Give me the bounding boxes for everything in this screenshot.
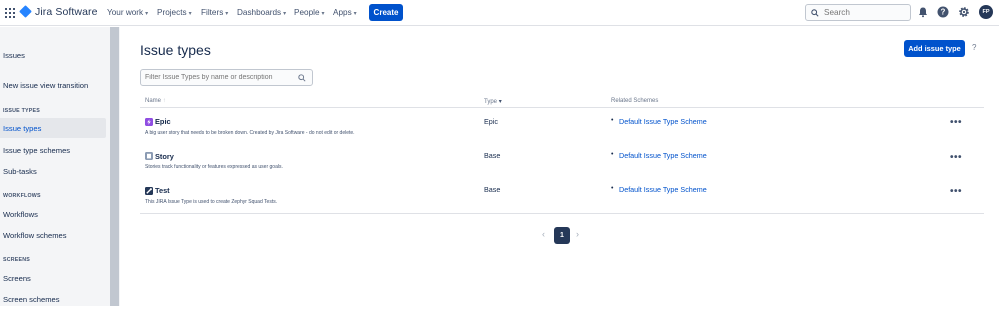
related-scheme-link[interactable]: Default Issue Type Scheme: [619, 117, 707, 126]
create-button[interactable]: Create: [369, 4, 403, 21]
sort-icon: ↑: [162, 98, 166, 104]
sidebar-item-new-issue-view[interactable]: New issue view transition: [0, 75, 106, 95]
related-scheme-link[interactable]: Default Issue Type Scheme: [619, 185, 707, 194]
bullet-icon: •: [611, 151, 614, 158]
admin-sidebar: Issues New issue view transition ISSUE T…: [0, 27, 120, 306]
search-field[interactable]: [805, 4, 911, 21]
sidebar-section-issue-types: ISSUE TYPES: [3, 108, 40, 114]
current-page-button[interactable]: 1: [554, 227, 570, 244]
nav-dashboards[interactable]: Dashboards ▾: [237, 8, 286, 17]
table-header-divider: [140, 107, 984, 108]
issue-type-type: Epic: [484, 117, 498, 126]
column-header-name[interactable]: Name ↑: [145, 98, 166, 104]
chevron-down-icon: ▾: [188, 11, 192, 17]
issue-type-description: A big user story that needs to be broken…: [145, 130, 355, 136]
more-actions-button[interactable]: •••: [950, 186, 962, 197]
sidebar-title: Issues: [3, 51, 25, 60]
column-header-type[interactable]: Type ▾: [484, 98, 502, 105]
app-switcher-icon[interactable]: [5, 8, 15, 18]
help-icon[interactable]: ?: [937, 6, 949, 18]
more-actions-button[interactable]: •••: [950, 117, 962, 128]
story-icon: [145, 152, 153, 160]
notifications-bell-icon[interactable]: [917, 6, 929, 18]
svg-text:?: ?: [941, 8, 946, 17]
sidebar-section-workflows: WORKFLOWS: [3, 193, 41, 199]
settings-gear-icon[interactable]: [958, 6, 970, 18]
chevron-down-icon: ▾: [145, 11, 149, 17]
add-issue-type-button[interactable]: Add issue type: [904, 40, 965, 57]
column-header-related-schemes: Related Schemes: [611, 98, 659, 104]
chevron-down-icon: ▾: [353, 11, 357, 17]
sidebar-item-workflows[interactable]: Workflows: [0, 204, 106, 224]
bullet-icon: •: [611, 117, 614, 124]
top-navigation: Jira Software Your work ▾ Projects ▾ Filte…: [0, 0, 999, 26]
related-scheme-link[interactable]: Default Issue Type Scheme: [619, 151, 707, 160]
issue-type-name-story[interactable]: Story: [155, 152, 174, 161]
more-actions-button[interactable]: •••: [950, 152, 962, 163]
sidebar-scrollbar[interactable]: [110, 27, 119, 306]
nav-people[interactable]: People ▾: [294, 8, 325, 17]
logo-text: Jira Software: [35, 6, 98, 18]
sidebar-item-sub-tasks[interactable]: Sub-tasks: [0, 161, 106, 181]
filter-input[interactable]: [141, 74, 291, 81]
next-page-icon[interactable]: ›: [576, 229, 579, 239]
sidebar-item-screen-schemes[interactable]: Screen schemes: [0, 289, 106, 309]
jira-logo[interactable]: Jira Software: [20, 6, 98, 18]
table-bottom-divider: [140, 213, 984, 214]
issue-type-type: Base: [484, 185, 501, 194]
nav-filters[interactable]: Filters ▾: [201, 8, 228, 17]
chevron-down-icon: ▾: [283, 11, 287, 17]
sidebar-item-screens[interactable]: Screens: [0, 268, 106, 288]
issue-type-type: Base: [484, 151, 501, 160]
jira-logo-icon: [20, 6, 32, 18]
issue-type-name-epic[interactable]: Epic: [155, 117, 171, 126]
nav-apps[interactable]: Apps ▾: [333, 8, 357, 17]
issue-type-description: Stories track functionality or features …: [145, 164, 283, 170]
epic-icon: [145, 118, 153, 126]
page-title: Issue types: [140, 42, 211, 58]
search-input[interactable]: [824, 8, 904, 17]
filter-field[interactable]: [140, 69, 313, 86]
issue-type-name-test[interactable]: Test: [155, 186, 170, 195]
sidebar-item-issue-type-schemes[interactable]: Issue type schemes: [0, 140, 106, 160]
sort-desc-icon: ▾: [498, 99, 502, 105]
help-question-icon[interactable]: ?: [972, 43, 976, 52]
sidebar-item-issue-types[interactable]: Issue types: [0, 118, 106, 138]
nav-your-work[interactable]: Your work ▾: [107, 8, 148, 17]
test-icon: [145, 187, 153, 195]
previous-page-icon[interactable]: ‹: [542, 229, 545, 239]
nav-projects[interactable]: Projects ▾: [157, 8, 192, 17]
search-icon: [811, 8, 819, 17]
chevron-down-icon: ▾: [321, 11, 325, 17]
issue-type-description: This JIRA Issue Type is used to create Z…: [145, 199, 278, 205]
user-avatar[interactable]: FP: [979, 5, 993, 19]
chevron-down-icon: ▾: [225, 11, 229, 17]
search-icon: [298, 74, 306, 82]
bullet-icon: •: [611, 185, 614, 192]
sidebar-item-workflow-schemes[interactable]: Workflow schemes: [0, 225, 106, 245]
sidebar-section-screens: SCREENS: [3, 257, 31, 263]
